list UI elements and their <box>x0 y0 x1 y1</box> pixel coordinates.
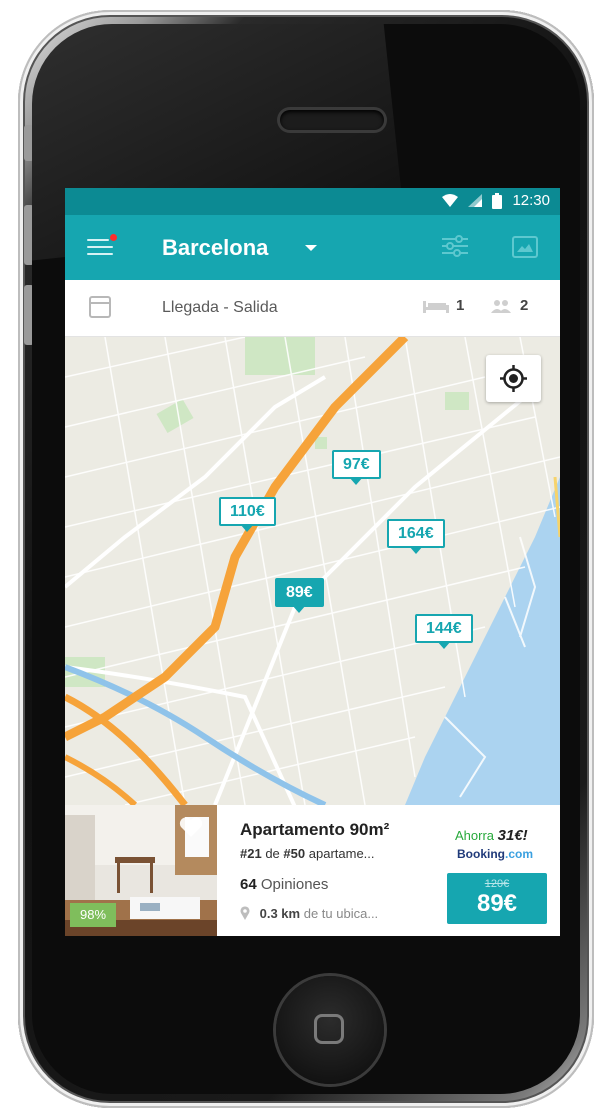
location-pin-icon <box>240 906 250 920</box>
filter-icon[interactable] <box>442 235 468 257</box>
heart-icon[interactable] <box>178 816 204 838</box>
status-bar: 12:30 <box>65 188 560 215</box>
provider-logo: Booking.com <box>457 847 533 861</box>
my-location-icon <box>500 365 527 392</box>
provider-tld: .com <box>505 847 534 861</box>
beds-selector[interactable]: 1 <box>423 297 464 314</box>
calendar-icon[interactable] <box>89 296 111 318</box>
guests-count: 2 <box>520 297 529 314</box>
app-bar: Barcelona <box>65 215 560 280</box>
battery-icon <box>492 192 503 209</box>
rating-badge: 98% <box>70 903 116 927</box>
listing-title[interactable]: Apartamento 90m² <box>240 820 389 840</box>
guests-selector[interactable]: 2 <box>489 297 528 314</box>
reviews-count[interactable]: 64 Opiniones <box>240 876 328 893</box>
price-button[interactable]: 120€ 89€ <box>447 873 547 924</box>
price-pin[interactable]: 144€ <box>415 614 473 649</box>
price-pin[interactable]: 97€ <box>332 450 381 485</box>
rank-suffix: apartame... <box>308 846 375 861</box>
price-pin[interactable]: 164€ <box>387 519 445 554</box>
status-time: 12:30 <box>512 192 550 209</box>
provider-main: Booking <box>457 847 505 861</box>
reviews-label: Opiniones <box>260 876 329 893</box>
map-view[interactable]: 97€ 110€ 164€ 89€ 144€ <box>65 333 560 808</box>
listing-rank: #21 de #50 apartame... <box>240 846 375 861</box>
rank-number: #21 <box>240 846 262 861</box>
listing-card[interactable]: 98% Apartamento 90m² #21 de #50 apartame… <box>65 805 560 936</box>
map-canvas <box>65 333 560 808</box>
date-bar: Llegada - Salida 1 2 <box>65 280 560 337</box>
rank-of: de <box>265 846 280 861</box>
beds-count: 1 <box>456 297 465 314</box>
app-screen: 12:30 Barcelona Llegada - Salida 1 2 97€… <box>65 188 560 936</box>
home-button[interactable] <box>276 976 384 1084</box>
distance-info: 0.3 km de tu ubica... <box>240 906 378 921</box>
distance-value: 0.3 km <box>259 906 301 921</box>
dropdown-caret-icon[interactable] <box>305 245 317 251</box>
old-price: 120€ <box>484 878 510 890</box>
menu-icon[interactable] <box>87 234 117 257</box>
current-price: 89€ <box>476 890 518 917</box>
savings-text: Ahorra 31€! <box>455 827 528 844</box>
dates-selector[interactable]: Llegada - Salida <box>162 299 278 317</box>
listing-photo[interactable]: 98% <box>65 805 217 936</box>
my-location-button[interactable] <box>486 355 541 402</box>
distance-suffix: de tu ubica... <box>303 906 379 921</box>
wifi-icon <box>442 194 459 207</box>
reviews-number: 64 <box>240 876 257 893</box>
savings-amount: 31€! <box>497 827 528 844</box>
bed-icon <box>423 300 449 313</box>
notification-dot <box>110 234 117 241</box>
earpiece-speaker <box>280 110 384 130</box>
home-square-icon <box>314 1014 344 1044</box>
price-pin-selected[interactable]: 89€ <box>275 578 324 613</box>
city-title[interactable]: Barcelona <box>162 235 268 261</box>
rank-total: #50 <box>283 846 306 861</box>
guests-icon <box>491 299 511 313</box>
signal-icon <box>468 194 483 207</box>
mountain-icon <box>517 244 533 252</box>
savings-label: Ahorra <box>455 828 495 843</box>
price-pin[interactable]: 110€ <box>219 497 276 532</box>
map-view-icon[interactable] <box>512 236 538 258</box>
